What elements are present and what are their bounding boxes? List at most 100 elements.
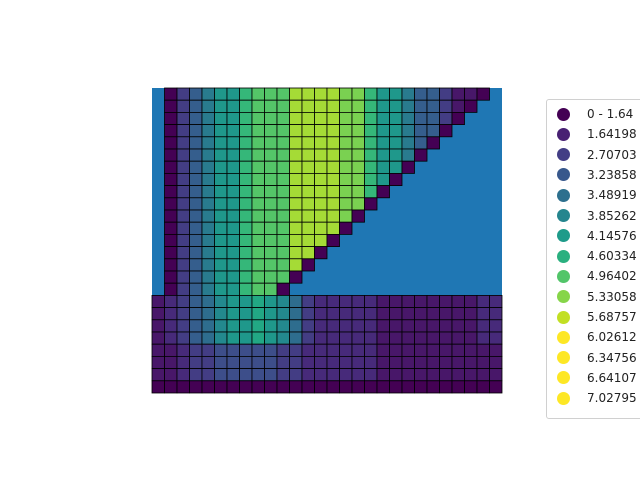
- heatmap-cell: [176, 282, 190, 296]
- heatmap-cell: [289, 221, 303, 235]
- heatmap-cell: [164, 160, 178, 174]
- heatmap-cell: [364, 160, 378, 174]
- heatmap-cell: [289, 294, 303, 308]
- heatmap-cell: [389, 307, 403, 321]
- heatmap-cell: [389, 331, 403, 345]
- heatmap-cell: [239, 331, 253, 345]
- heatmap-cell: [351, 87, 365, 101]
- heatmap-cell: [476, 343, 490, 357]
- legend-item: 4.96402: [557, 267, 637, 285]
- heatmap-cell: [239, 209, 253, 223]
- heatmap-cell: [164, 233, 178, 247]
- heatmap-cell: [201, 368, 215, 382]
- heatmap-cell: [214, 343, 228, 357]
- heatmap-cell: [326, 148, 340, 162]
- heatmap-cell: [164, 294, 178, 308]
- heatmap-cell: [414, 331, 428, 345]
- heatmap-cell: [276, 148, 290, 162]
- heatmap-cell: [339, 99, 353, 113]
- heatmap-cell: [426, 136, 440, 150]
- heatmap-cell: [264, 160, 278, 174]
- heatmap-cell: [401, 124, 415, 138]
- heatmap-cell: [226, 343, 240, 357]
- heatmap-cell: [239, 282, 253, 296]
- heatmap-cell: [314, 380, 328, 394]
- heatmap-cell: [264, 99, 278, 113]
- heatmap-cell: [451, 355, 465, 369]
- heatmap-cell: [226, 319, 240, 333]
- heatmap-cell: [339, 87, 353, 101]
- heatmap-cell: [389, 355, 403, 369]
- heatmap-cell: [201, 112, 215, 126]
- heatmap-cell: [189, 331, 203, 345]
- heatmap-cell: [239, 221, 253, 235]
- legend-label: 6.34756: [587, 350, 637, 365]
- heatmap-cell: [201, 233, 215, 247]
- heatmap-cell: [301, 160, 315, 174]
- heatmap-cell: [226, 209, 240, 223]
- heatmap-cell: [189, 99, 203, 113]
- heatmap-cell: [214, 124, 228, 138]
- heatmap-cell: [264, 307, 278, 321]
- heatmap-cell: [289, 112, 303, 126]
- legend-marker-icon: [557, 330, 570, 344]
- heatmap-cell: [364, 343, 378, 357]
- heatmap-cell: [201, 209, 215, 223]
- heatmap-cell: [376, 319, 390, 333]
- heatmap-cell: [376, 99, 390, 113]
- heatmap-cell: [351, 319, 365, 333]
- heatmap-cell: [314, 331, 328, 345]
- heatmap-cell: [464, 87, 478, 101]
- legend-marker-icon: [557, 188, 570, 202]
- heatmap-cell: [326, 112, 340, 126]
- heatmap-cell: [251, 112, 265, 126]
- heatmap-cell: [414, 148, 428, 162]
- heatmap-cell: [464, 343, 478, 357]
- heatmap-cell: [389, 124, 403, 138]
- heatmap-cell: [201, 197, 215, 211]
- heatmap-cell: [314, 319, 328, 333]
- heatmap-cell: [351, 355, 365, 369]
- heatmap-cell: [201, 160, 215, 174]
- heatmap-cell: [414, 294, 428, 308]
- legend-marker-icon: [557, 229, 570, 243]
- heatmap-cell: [301, 172, 315, 186]
- heatmap-cell: [301, 99, 315, 113]
- heatmap-cell: [314, 197, 328, 211]
- legend-marker-icon: [557, 127, 570, 141]
- heatmap-cell: [276, 368, 290, 382]
- heatmap-cell: [226, 294, 240, 308]
- heatmap-cell: [264, 185, 278, 199]
- heatmap-cell: [376, 112, 390, 126]
- heatmap-cell: [164, 172, 178, 186]
- legend-item: 4.14576: [557, 227, 637, 245]
- heatmap-cell: [401, 112, 415, 126]
- heatmap-cell: [376, 294, 390, 308]
- heatmap-cell: [364, 307, 378, 321]
- heatmap-cell: [364, 294, 378, 308]
- heatmap-cell: [151, 294, 165, 308]
- heatmap-cell: [401, 331, 415, 345]
- legend-item: 3.48919: [557, 186, 637, 204]
- heatmap-cell: [176, 294, 190, 308]
- heatmap-cell: [301, 331, 315, 345]
- heatmap-cell: [289, 331, 303, 345]
- heatmap-cell: [189, 246, 203, 260]
- heatmap-cell: [426, 368, 440, 382]
- heatmap-cell: [176, 209, 190, 223]
- heatmap-cell: [214, 112, 228, 126]
- heatmap-cell: [239, 99, 253, 113]
- legend-item: 5.33058: [557, 288, 637, 306]
- heatmap-cell: [364, 124, 378, 138]
- heatmap-cell: [176, 343, 190, 357]
- heatmap-cell: [426, 87, 440, 101]
- heatmap-cell: [226, 87, 240, 101]
- heatmap-cell: [214, 319, 228, 333]
- heatmap-cell: [289, 160, 303, 174]
- legend-item: 6.64107: [557, 369, 637, 387]
- heatmap-cell: [401, 87, 415, 101]
- heatmap-cell: [164, 87, 178, 101]
- heatmap-cell: [326, 294, 340, 308]
- heatmap-cell: [251, 307, 265, 321]
- heatmap-cell: [264, 124, 278, 138]
